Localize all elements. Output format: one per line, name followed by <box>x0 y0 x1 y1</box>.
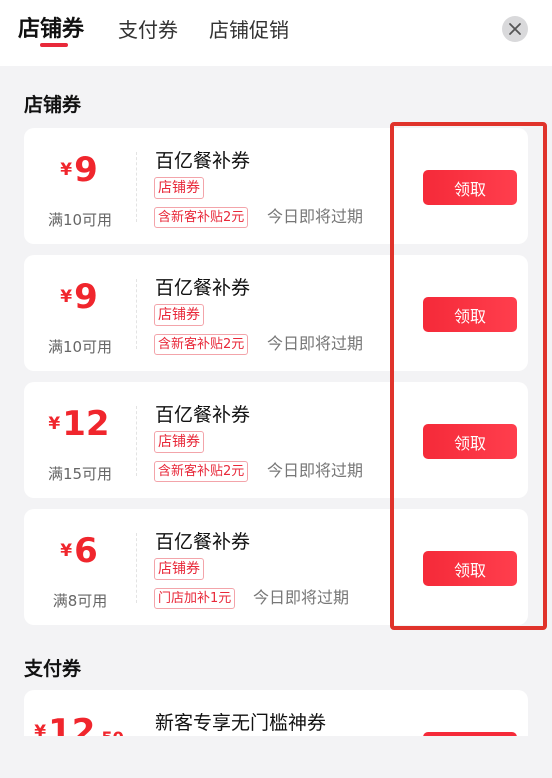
coupon-type-tag: 店铺券 <box>154 304 204 326</box>
coupon-subsidy-tag: 含新客补贴2元 <box>154 207 249 228</box>
payment-coupon-card: ¥12.50 新客专享无门槛神券 <box>24 690 528 740</box>
coupon-name: 新客专享无门槛神券 <box>155 712 327 734</box>
tab-store-coupons[interactable]: 店铺券 <box>18 15 84 45</box>
coupon-divider <box>136 152 137 222</box>
tab-store-promotions[interactable]: 店铺促销 <box>209 15 289 45</box>
coupon-type-tag: 店铺券 <box>154 177 204 199</box>
coupon-expiry: 今日即将过期 <box>253 588 350 607</box>
coupon-name: 百亿餐补券 <box>155 150 251 172</box>
coupon-amount: ¥6 <box>60 531 98 571</box>
coupon-divider <box>136 406 137 476</box>
coupon-subsidy-tag: 含新客补贴2元 <box>154 334 249 355</box>
coupon-name: 百亿餐补券 <box>155 404 251 426</box>
coupon-expiry: 今日即将过期 <box>267 461 364 480</box>
coupon-name: 百亿餐补券 <box>155 277 251 299</box>
coupon-amount: ¥9 <box>60 150 98 190</box>
close-button[interactable] <box>502 16 528 42</box>
coupon-expiry: 今日即将过期 <box>267 334 364 353</box>
coupon-name: 百亿餐补券 <box>155 531 251 553</box>
bottom-area <box>0 736 552 778</box>
coupon-type-tag: 店铺券 <box>154 431 204 453</box>
section-title-payment-coupons: 支付券 <box>24 658 82 680</box>
coupon-condition: 满10可用 <box>47 211 113 229</box>
coupon-condition: 满15可用 <box>47 465 113 483</box>
coupon-subsidy-tag: 门店加补1元 <box>154 588 236 609</box>
tab-payment-coupons[interactable]: 支付券 <box>118 15 178 45</box>
coupon-type-tag: 店铺券 <box>154 558 204 580</box>
section-title-store-coupons: 店铺券 <box>24 94 82 116</box>
close-icon <box>509 23 521 35</box>
active-tab-indicator <box>40 43 68 47</box>
coupon-amount: ¥9 <box>60 277 98 317</box>
coupon-condition: 满8可用 <box>52 592 108 610</box>
coupon-expiry: 今日即将过期 <box>267 207 364 226</box>
coupon-divider <box>136 533 137 603</box>
annotation-highlight-box <box>390 122 547 630</box>
coupon-condition: 满10可用 <box>47 338 113 356</box>
coupon-divider <box>136 279 137 349</box>
coupon-tabs-bar: 店铺券 支付券 店铺促销 <box>0 0 552 66</box>
coupon-subsidy-tag: 含新客补贴2元 <box>154 461 249 482</box>
coupon-amount: ¥12 <box>48 404 110 444</box>
